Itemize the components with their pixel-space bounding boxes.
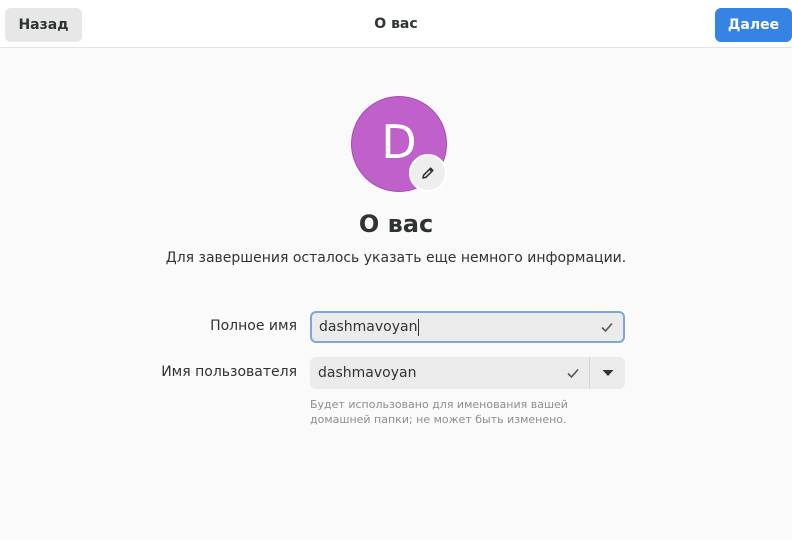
text-cursor [418,318,420,336]
page-subtitle: Для завершения осталось указать еще немн… [165,250,627,266]
full-name-value: dashmavoyan [319,319,418,335]
full-name-field[interactable]: dashmavoyan [310,311,625,343]
avatar-initial: D [381,115,417,169]
full-name-label: Полное имя [210,318,297,334]
initial-setup-page: Назад О вас Далее D О вас Для завершения… [0,0,792,540]
header-bar: Назад О вас Далее [0,0,792,48]
check-icon [563,357,583,389]
username-dropdown-button[interactable] [590,357,625,389]
next-button[interactable]: Далее [715,8,792,42]
back-button[interactable]: Назад [5,8,82,42]
username-label: Имя пользователя [161,364,297,380]
username-hint: Будет использовано для именования вашей … [310,398,568,426]
page-heading: О вас [358,210,434,238]
edit-avatar-button[interactable] [409,154,447,192]
window-title: О вас [374,16,418,32]
username-combo[interactable]: dashmavoyan [310,357,625,389]
check-icon [597,313,617,341]
username-value: dashmavoyan [318,365,417,381]
pencil-icon [420,165,436,181]
chevron-down-icon [602,369,614,377]
